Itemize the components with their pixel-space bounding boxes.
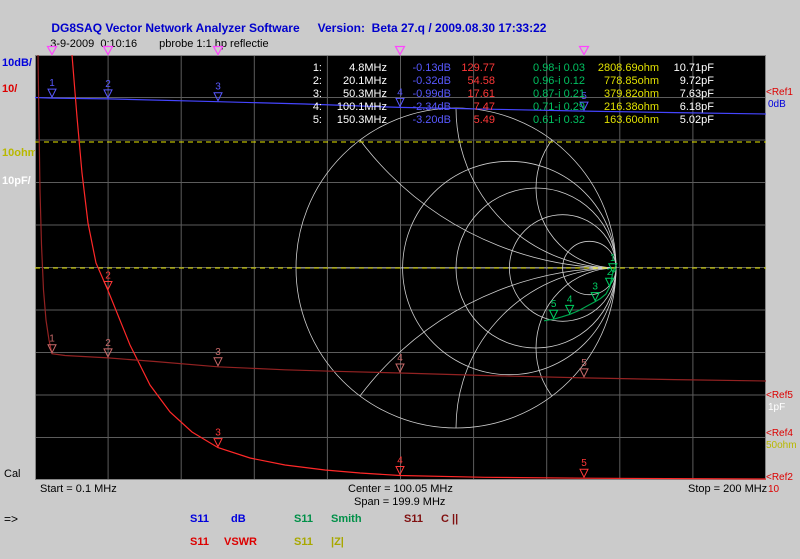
frequency-marker-triangle[interactable] bbox=[580, 47, 589, 55]
legend-vswr-s11[interactable]: S11 bbox=[190, 536, 209, 548]
marker-table-cell-db: -0.13dB bbox=[387, 62, 451, 75]
ref5-label: <Ref5 bbox=[766, 390, 793, 401]
legend-smith-label[interactable]: Smith bbox=[331, 513, 362, 525]
marker-table-cell-z: 778.85ohm bbox=[585, 75, 659, 88]
scale-db-label: 10dB/ bbox=[2, 57, 32, 69]
scale-pf-label: 10pF/ bbox=[2, 175, 31, 187]
marker-vswr-number: 5 bbox=[581, 458, 587, 469]
cal-status-label: Cal bbox=[4, 468, 21, 480]
legend-c-label[interactable]: C || bbox=[441, 513, 458, 525]
ref1-value: 0dB bbox=[768, 99, 786, 110]
ref1-label: <Ref1 bbox=[766, 87, 793, 98]
marker-vswr-number: 3 bbox=[215, 428, 221, 439]
ref2-label: <Ref2 bbox=[766, 472, 793, 483]
start-freq-label: Start = 0.1 MHz bbox=[40, 483, 117, 495]
legend-db-label[interactable]: dB bbox=[231, 513, 246, 525]
marker-smith-number: 4 bbox=[567, 294, 573, 305]
marker-table-cell-db: -3.20dB bbox=[387, 114, 451, 127]
legend-z-s11[interactable]: S11 bbox=[294, 536, 313, 548]
marker-table-cell-smith: 0.87-i 0.21 bbox=[495, 88, 585, 101]
stop-freq-label: Stop = 200 MHz bbox=[688, 483, 767, 495]
marker-table-cell-db: -2.34dB bbox=[387, 101, 451, 114]
marker-table-cell-freq: 100.1MHz bbox=[322, 101, 387, 114]
marker-table-cell-freq: 150.3MHz bbox=[322, 114, 387, 127]
marker-table-cell-c: 10.71pF bbox=[659, 62, 714, 75]
marker-smith-number: 2 bbox=[607, 267, 613, 278]
center-freq-label: Center = 100.05 MHz bbox=[348, 483, 453, 495]
marker-table-cell-db: -0.32dB bbox=[387, 75, 451, 88]
vnwa-window: DG8SAQ Vector Network Analyzer SoftwareV… bbox=[0, 0, 800, 559]
legend-z-label[interactable]: |Z| bbox=[331, 536, 344, 548]
marker-c-number: 1 bbox=[49, 334, 55, 345]
marker-db-number: 1 bbox=[49, 78, 55, 89]
marker-table-cell-c: 9.72pF bbox=[659, 75, 714, 88]
marker-smith-number: 1 bbox=[610, 253, 616, 264]
ref4-value: 50ohm bbox=[766, 440, 797, 451]
span-freq-label: Span = 199.9 MHz bbox=[354, 496, 445, 508]
marker-table-cell-num: 4: bbox=[282, 101, 322, 114]
marker-db-number: 2 bbox=[105, 79, 111, 90]
prompt-label: => bbox=[4, 512, 18, 526]
marker-table-cell-freq: 50.3MHz bbox=[322, 88, 387, 101]
legend-smith-s11[interactable]: S11 bbox=[294, 513, 313, 525]
marker-c-number: 5 bbox=[581, 358, 587, 369]
marker-smith-number: 3 bbox=[592, 282, 598, 293]
ref2-value: 10 bbox=[768, 484, 779, 495]
marker-table-cell-c: 7.63pF bbox=[659, 88, 714, 101]
marker-vswr-number: 4 bbox=[397, 456, 403, 467]
marker-table-cell-smith: 0.71-i 0.29 bbox=[495, 101, 585, 114]
marker-c-number: 4 bbox=[397, 353, 403, 364]
marker-c-number: 2 bbox=[105, 338, 111, 349]
ref5-value: 1pF bbox=[768, 402, 785, 413]
marker-table-cell-vswr: 5.49 bbox=[451, 114, 495, 127]
marker-table-cell-c: 6.18pF bbox=[659, 101, 714, 114]
marker-c-number: 3 bbox=[215, 347, 221, 358]
marker-table-cell-vswr: 17.61 bbox=[451, 88, 495, 101]
ref4-label: <Ref4 bbox=[766, 428, 793, 439]
marker-table-cell-freq: 4.8MHz bbox=[322, 62, 387, 75]
scale-vswr-label: 10/ bbox=[2, 83, 17, 95]
marker-table-cell-freq: 20.1MHz bbox=[322, 75, 387, 88]
marker-table-cell-vswr: 54.58 bbox=[451, 75, 495, 88]
frequency-marker-triangle[interactable] bbox=[48, 47, 57, 55]
marker-table-cell-vswr: 129.77 bbox=[451, 62, 495, 75]
marker-table-cell-num: 5: bbox=[282, 114, 322, 127]
frequency-marker-triangle[interactable] bbox=[104, 47, 113, 55]
marker-table-cell-z: 2808.69ohm bbox=[585, 62, 659, 75]
version-text: Version: Beta 27.q / 2009.08.30 17:33:22 bbox=[318, 21, 547, 35]
marker-table-cell-z: 216.38ohm bbox=[585, 101, 659, 114]
legend-vswr-label[interactable]: VSWR bbox=[224, 536, 257, 548]
marker-table-cell-num: 3: bbox=[282, 88, 322, 101]
marker-table-cell-z: 163.60ohm bbox=[585, 114, 659, 127]
marker-table-cell-c: 5.02pF bbox=[659, 114, 714, 127]
marker-table-cell-vswr: 7.47 bbox=[451, 101, 495, 114]
marker-table-cell-num: 2: bbox=[282, 75, 322, 88]
marker-smith-number: 5 bbox=[551, 299, 557, 310]
legend-c-s11[interactable]: S11 bbox=[404, 513, 423, 525]
marker-table-cell-num: 1: bbox=[282, 62, 322, 75]
marker-table-cell-smith: 0.61-i 0.32 bbox=[495, 114, 585, 127]
marker-table: 1:4.8MHz-0.13dB129.770.98-i 0.032808.69o… bbox=[282, 62, 714, 127]
frequency-marker-triangle[interactable] bbox=[214, 47, 223, 55]
marker-db-number: 3 bbox=[215, 82, 221, 93]
legend-db-s11[interactable]: S11 bbox=[190, 513, 209, 525]
marker-table-cell-db: -0.99dB bbox=[387, 88, 451, 101]
marker-vswr-number: 2 bbox=[105, 271, 111, 282]
marker-table-cell-smith: 0.98-i 0.03 bbox=[495, 62, 585, 75]
marker-table-cell-smith: 0.96-i 0.12 bbox=[495, 75, 585, 88]
frequency-marker-triangle[interactable] bbox=[396, 47, 405, 55]
marker-table-cell-z: 379.82ohm bbox=[585, 88, 659, 101]
